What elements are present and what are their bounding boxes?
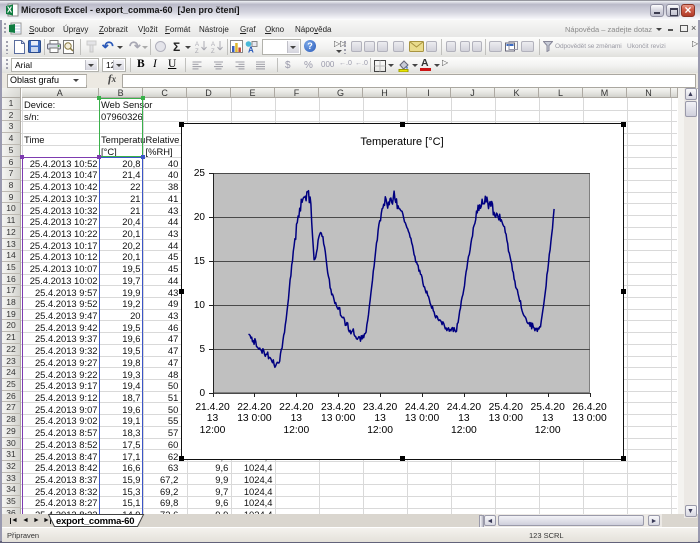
svg-text:X: X bbox=[7, 6, 13, 15]
svg-text:A: A bbox=[211, 42, 215, 48]
svg-text:A: A bbox=[248, 46, 254, 54]
svg-text:Z: Z bbox=[211, 49, 215, 53]
svg-text:A: A bbox=[195, 42, 199, 48]
svg-text:Z: Z bbox=[195, 49, 199, 53]
